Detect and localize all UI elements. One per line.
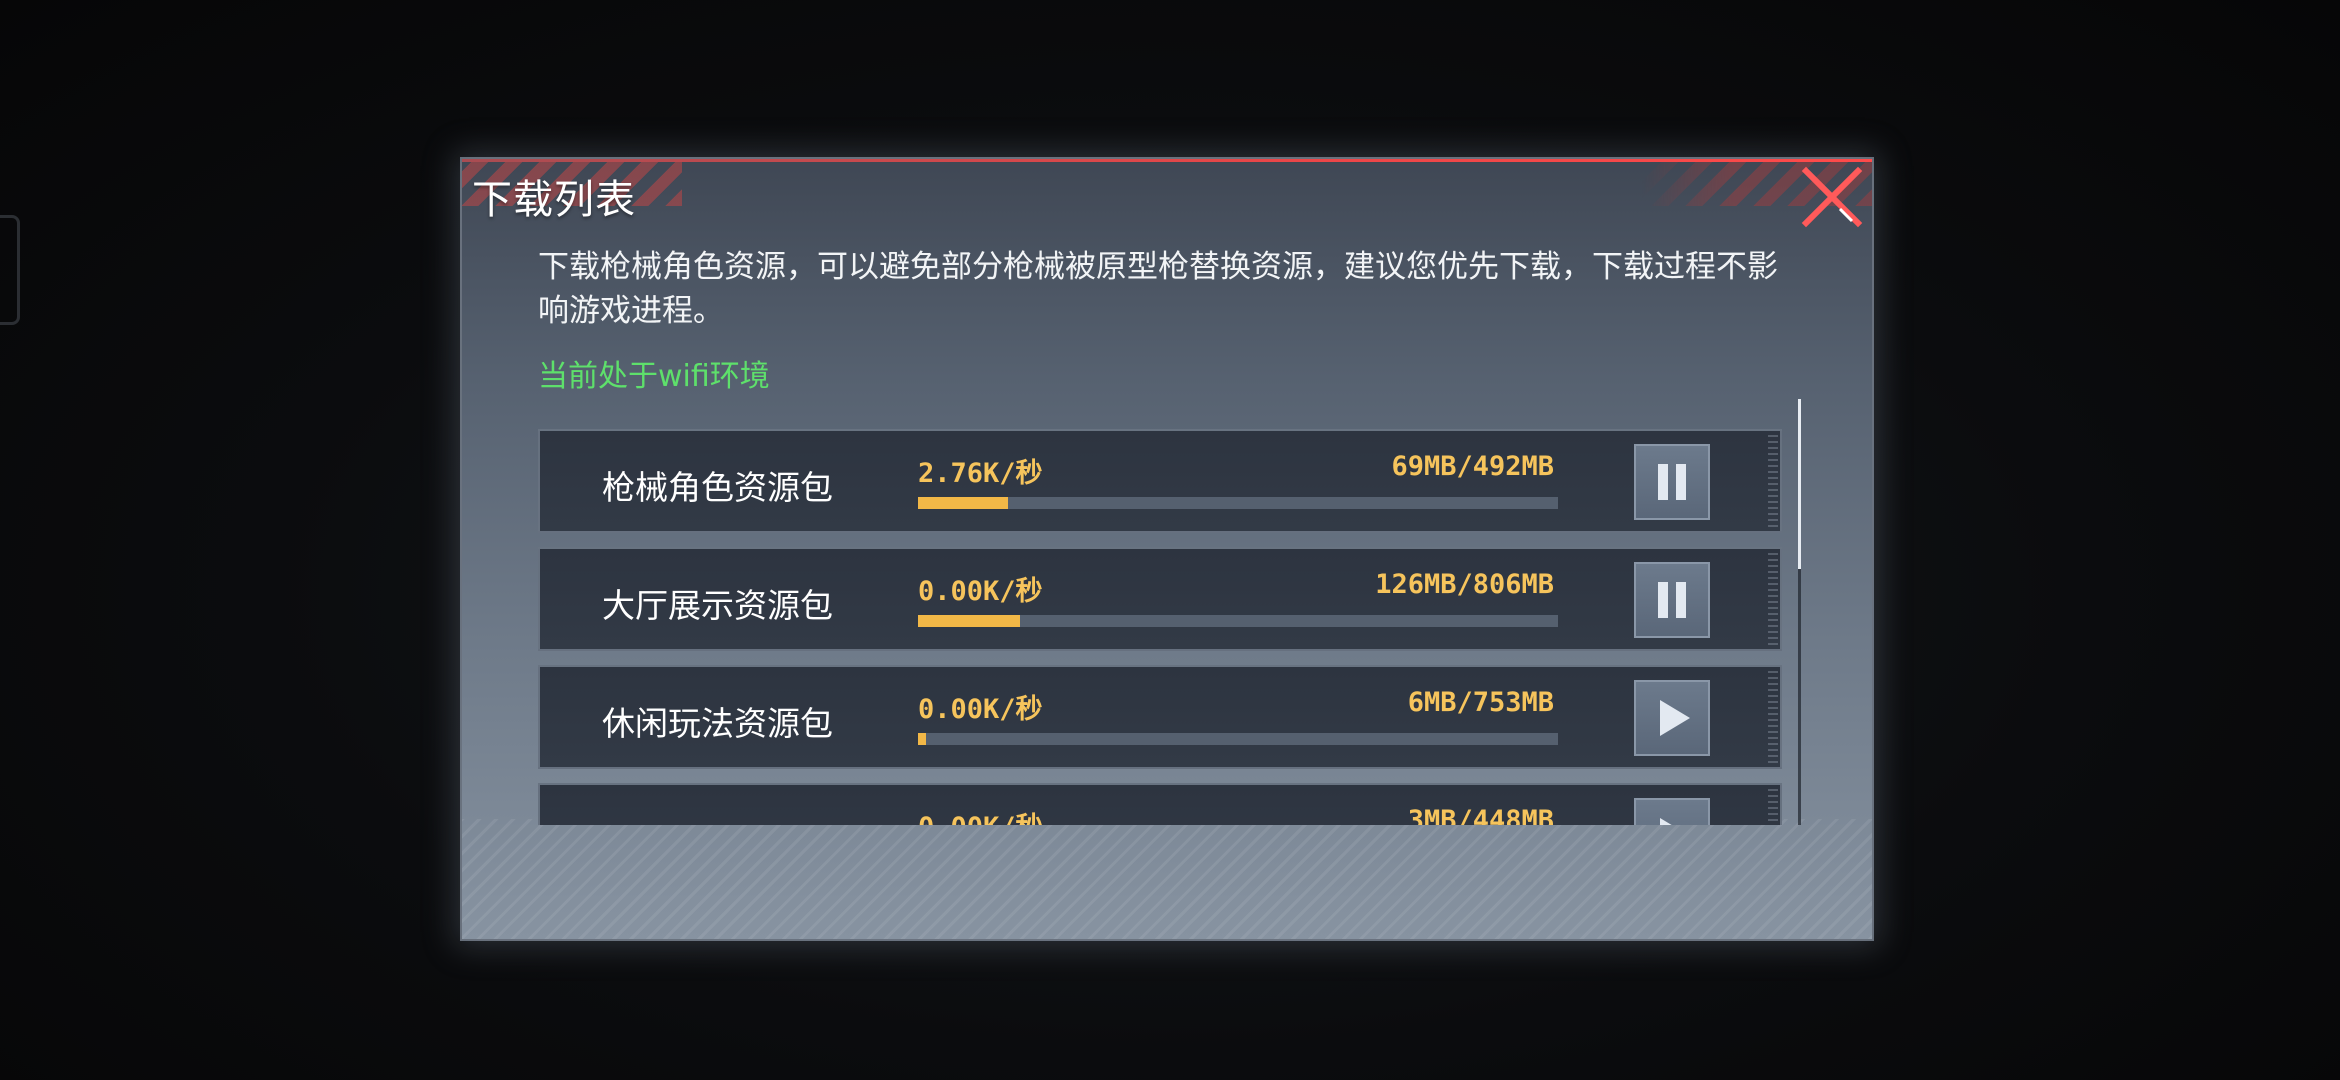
download-item-size: 126MB/806MB <box>1375 569 1554 600</box>
download-progress-bar <box>918 497 1558 509</box>
close-x-icon <box>1801 166 1863 228</box>
download-progress-fill <box>918 615 1021 627</box>
download-item: 0.00K/秒 3MB/448MB <box>538 783 1782 825</box>
download-item-speed: 0.00K/秒 <box>918 576 1043 607</box>
download-item-size: 3MB/448MB <box>1407 805 1554 825</box>
download-progress-bar <box>918 733 1558 745</box>
scrollbar-thumb[interactable] <box>1798 399 1801 569</box>
download-item-speed: 0.00K/秒 <box>918 805 1043 825</box>
download-item-size: 6MB/753MB <box>1407 687 1554 718</box>
download-item: 大厅展示资源包 0.00K/秒 126MB/806MB <box>538 547 1782 651</box>
download-item-name: 大厅展示资源包 <box>602 586 833 625</box>
download-item-name: 枪械角色资源包 <box>602 468 833 507</box>
pause-icon <box>1657 464 1687 500</box>
close-button[interactable] <box>1800 165 1864 229</box>
download-progress-fill <box>918 497 1008 509</box>
dialog-description: 下载枪械角色资源，可以避免部分枪械被原型枪替换资源，建议您优先下载，下载过程不影… <box>538 249 1778 329</box>
play-button[interactable] <box>1634 798 1710 825</box>
network-status-text: 当前处于wifi环境 <box>538 359 770 394</box>
download-item-speed: 2.76K/秒 <box>918 458 1043 489</box>
download-progress-bar <box>918 615 1558 627</box>
download-item-name: 休闲玩法资源包 <box>602 704 833 743</box>
pause-button[interactable] <box>1634 562 1710 638</box>
play-icon <box>1660 818 1690 825</box>
list-scrollbar[interactable] <box>1798 399 1801 825</box>
play-button[interactable] <box>1634 680 1710 756</box>
play-icon <box>1660 700 1690 736</box>
footer-stripes-decoration <box>462 819 1872 939</box>
pause-button[interactable] <box>1634 444 1710 520</box>
download-list-dialog: 下载列表 下载枪械角色资源，可以避免部分枪械被原型枪替换资源，建议您优先下载，下… <box>462 159 1872 939</box>
download-item: 休闲玩法资源包 0.00K/秒 6MB/753MB <box>538 665 1782 769</box>
dialog-title: 下载列表 <box>472 177 636 223</box>
download-item: 枪械角色资源包 2.76K/秒 69MB/492MB <box>538 429 1782 533</box>
download-item-speed: 0.00K/秒 <box>918 694 1043 725</box>
pause-icon <box>1657 582 1687 618</box>
download-item-size: 69MB/492MB <box>1391 451 1554 482</box>
download-progress-fill <box>918 733 926 745</box>
side-panel-edge <box>0 215 20 325</box>
download-list[interactable]: 枪械角色资源包 2.76K/秒 69MB/492MB 大厅展示资源包 0.00K… <box>538 429 1788 825</box>
